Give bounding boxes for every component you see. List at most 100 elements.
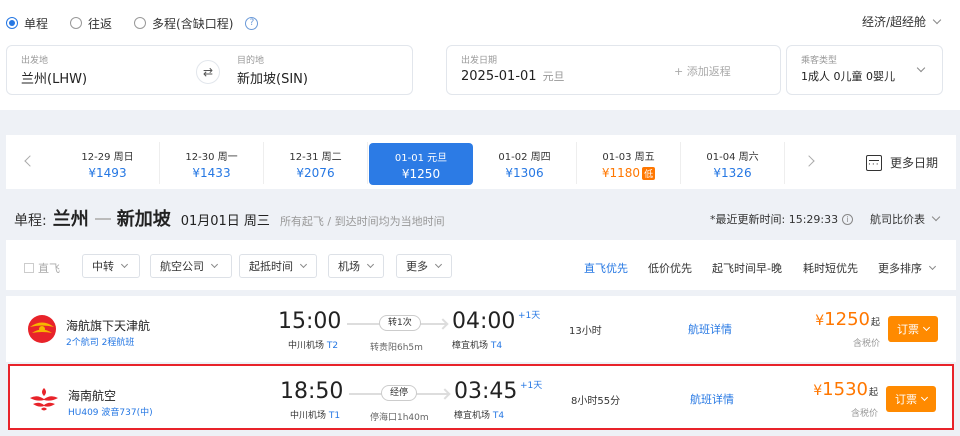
date-cell[interactable]: 01-04 周六 ¥1326 — [681, 142, 785, 184]
departure-time: 15:00 — [278, 309, 342, 334]
flight-duration: 8小时55分 — [571, 396, 621, 407]
chevron-down-icon — [916, 63, 926, 73]
passenger-select[interactable]: 乘客类型 1成人 0儿童 0婴儿 — [786, 45, 943, 95]
filter-transfer[interactable]: 中转 — [82, 254, 140, 278]
flight-duration: 13小时 — [569, 326, 602, 337]
route-summary: 单程: 兰州 新加坡 01月01日 周三 所有起飞 / 到达时间均为当地时间 — [14, 205, 445, 231]
chevron-down-icon — [299, 260, 308, 268]
flight-row-highlighted[interactable]: 海南航空 HU409 波音737(中) 18:50 中川机场 T1 经停 停海口… — [8, 364, 954, 430]
trip-type-oneway[interactable]: 单程 — [6, 15, 48, 32]
route-dash — [94, 218, 111, 220]
next-day-badge: +1天 — [518, 311, 541, 321]
direct-only-checkbox[interactable]: 直飞 — [24, 260, 60, 276]
sort-lowest-price[interactable]: 低价优先 — [648, 260, 692, 276]
trip-type-group: 单程 往返 多程(含缺口程) ? — [6, 13, 259, 33]
date-cell[interactable]: 01-03 周五 ¥1180 低 — [577, 142, 681, 184]
low-price-badge: 低 — [642, 167, 656, 180]
sort-direct-first[interactable]: 直飞优先 — [584, 260, 628, 276]
stops-badge: 转1次 — [379, 315, 421, 331]
chevron-down-icon — [366, 260, 375, 268]
arrival-airport: 樟宜机场 T4 — [452, 341, 503, 351]
stops-badge: 经停 — [381, 385, 418, 401]
tax-note: 含税价 — [850, 409, 878, 419]
radio-icon — [70, 17, 83, 29]
book-button[interactable]: 订票 — [886, 386, 936, 412]
more-dates-button[interactable]: 更多日期 — [865, 154, 938, 171]
date-cell[interactable]: 12-29 周日 ¥1493 — [56, 142, 160, 184]
date-label: 出发日期 — [461, 56, 498, 66]
help-icon[interactable]: ? — [245, 16, 259, 30]
flight-price: ¥1530起 — [813, 379, 878, 400]
from-label: 出发地 — [21, 56, 49, 66]
route-note: 所有起飞 / 到达时间均为当地时间 — [279, 215, 445, 228]
last-updated: *最近更新时间: 15:29:33 i — [710, 211, 854, 227]
sort-more[interactable]: 更多排序 — [878, 260, 937, 276]
via-info: 停海口1h40m — [370, 413, 429, 423]
chevron-down-icon — [922, 323, 931, 331]
departure-time: 18:50 — [280, 379, 344, 404]
trip-type-multi[interactable]: 多程(含缺口程) — [134, 15, 233, 32]
flight-row[interactable]: 海航旗下天津航 2个航司 2程航班 15:00 中川机场 T2 转1次 转贵阳6… — [6, 296, 956, 362]
chevron-down-icon — [434, 260, 443, 268]
date-cell-selected[interactable]: 01-01 元旦 ¥1250 — [369, 143, 473, 185]
flight-number[interactable]: HU409 波音737(中) — [68, 405, 153, 418]
chevron-down-icon — [920, 393, 929, 401]
next-dates-button[interactable] — [791, 135, 835, 189]
pax-value: 1成人 0儿童 0婴儿 — [801, 70, 895, 83]
departure-airport: 中川机场 T2 — [288, 341, 339, 351]
chevron-down-icon — [928, 262, 937, 270]
flight-detail-link[interactable]: 航班详情 — [688, 321, 732, 337]
date-value: 2025-01-01 — [461, 69, 537, 84]
arrival-time: 04:00 — [452, 309, 516, 334]
tianjin-airlines-logo-icon — [28, 315, 56, 343]
airline-compare-button[interactable]: 航司比价表 — [870, 211, 941, 227]
to-label: 目的地 — [237, 56, 265, 66]
airline-sub[interactable]: 2个航司 2程航班 — [66, 335, 134, 348]
sort-departure-time[interactable]: 起飞时间早-晚 — [712, 260, 782, 276]
chevron-left-icon — [24, 155, 36, 167]
sort-shortest-duration[interactable]: 耗时短优先 — [803, 260, 858, 276]
chevron-down-icon — [931, 212, 941, 222]
tax-note: 含税价 — [852, 339, 880, 349]
checkbox-icon — [24, 263, 34, 273]
filter-more[interactable]: 更多 — [396, 254, 452, 278]
airline-name: 海航旗下天津航 — [66, 319, 151, 333]
from-field[interactable]: 出发地 兰州(LHW) — [7, 46, 207, 94]
date-cell[interactable]: 12-30 周一 ¥1433 — [160, 142, 264, 184]
cabin-select[interactable]: 经济/超经舱 — [862, 13, 942, 30]
arrival-time: 03:45 — [454, 379, 518, 404]
airline-name: 海南航空 — [68, 389, 117, 403]
chevron-down-icon — [120, 260, 129, 268]
route-date: 01月01日 周三 — [180, 214, 270, 229]
departure-airport: 中川机场 T1 — [290, 411, 341, 421]
chevron-right-icon — [803, 155, 815, 167]
pax-label: 乘客类型 — [801, 56, 838, 66]
prev-dates-button[interactable] — [6, 135, 50, 189]
radio-icon — [6, 17, 18, 29]
date-strip: 12-29 周日 ¥1493 12-30 周一 ¥1433 12-31 周二 ¥207… — [6, 135, 956, 189]
date-cell[interactable]: 12-31 周二 ¥2076 — [264, 142, 368, 184]
from-value: 兰州(LHW) — [21, 72, 88, 87]
chevron-down-icon — [932, 15, 942, 24]
date-cell[interactable]: 01-02 周四 ¥1306 — [473, 142, 577, 184]
search-panel: 单程 往返 多程(含缺口程) ? 经济/超经舱 出发地 兰州(LHW) 目的地 … — [0, 0, 960, 110]
filter-bar: 直飞 中转 航空公司 起抵时间 机场 更多 直飞优先 低价优先 起飞时间早-晚 … — [6, 240, 956, 290]
route-prefix: 单程: — [14, 213, 47, 229]
swap-icon[interactable]: ⇄ — [196, 60, 220, 84]
trip-type-roundtrip[interactable]: 往返 — [70, 15, 112, 32]
flight-price: ¥1250起 — [815, 309, 880, 330]
book-button[interactable]: 订票 — [888, 316, 938, 342]
chevron-down-icon — [210, 260, 219, 268]
hainan-airlines-logo-icon — [30, 388, 58, 411]
next-day-badge: +1天 — [520, 381, 543, 391]
add-return-button[interactable]: + 添加返程 — [674, 63, 731, 79]
flight-detail-link[interactable]: 航班详情 — [690, 391, 734, 407]
date-holiday: 元旦 — [542, 70, 565, 83]
to-field[interactable]: 目的地 新加坡(SIN) — [223, 46, 413, 94]
filter-airline[interactable]: 航空公司 — [150, 254, 232, 278]
filter-airport[interactable]: 机场 — [328, 254, 384, 278]
filter-time[interactable]: 起抵时间 — [239, 254, 317, 278]
info-icon[interactable]: i — [842, 213, 854, 225]
via-info: 转贵阳6h5m — [370, 343, 423, 353]
route-from: 兰州 — [52, 209, 89, 230]
